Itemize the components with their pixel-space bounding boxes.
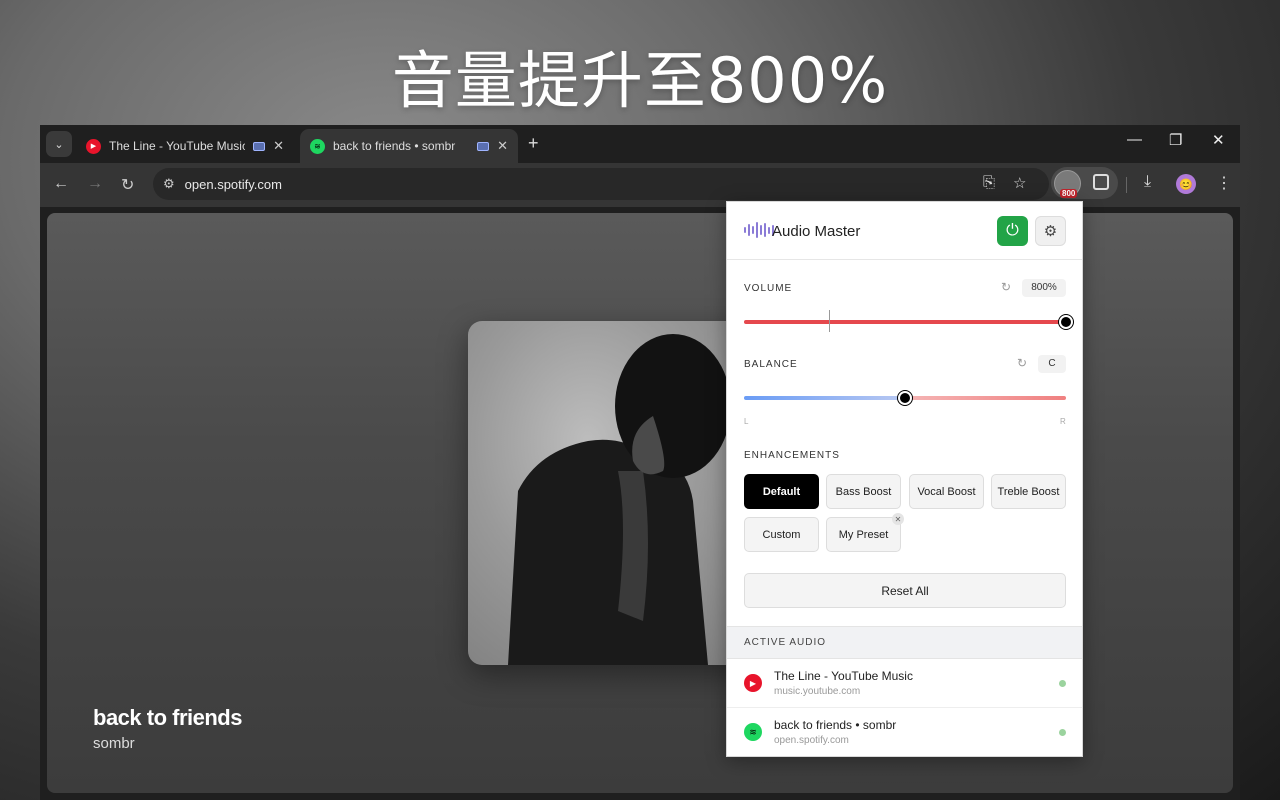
address-bar[interactable]: ⚙ open.spotify.com: [153, 168, 1049, 200]
volume-default-marker: [829, 310, 831, 332]
audio-master-extension-icon[interactable]: 800: [1054, 170, 1081, 198]
playing-status-dot: [1059, 680, 1066, 687]
album-art: [468, 321, 768, 665]
song-title[interactable]: back to friends: [93, 705, 242, 731]
tab-title: The Line - YouTube Music: [109, 139, 246, 153]
extensions-puzzle-icon[interactable]: [1093, 174, 1109, 190]
preset-vocal-boost-button[interactable]: Vocal Boost: [909, 474, 984, 509]
balance-left-label: L: [744, 417, 749, 426]
close-tab-icon[interactable]: ✕: [497, 138, 508, 154]
preset-label: My Preset: [838, 528, 889, 541]
balance-reset-icon[interactable]: ↻: [1017, 356, 1027, 370]
profile-avatar[interactable]: 😊: [1176, 174, 1196, 194]
tab-title: back to friends • sombr: [333, 139, 456, 153]
settings-button[interactable]: ⚙: [1035, 216, 1066, 246]
toolbar-divider: [1126, 177, 1127, 193]
preset-treble-boost-button[interactable]: Treble Boost: [991, 474, 1066, 509]
reload-icon[interactable]: ↻: [121, 175, 134, 195]
playing-status-dot: [1059, 729, 1066, 736]
download-icon[interactable]: ⤓: [1144, 173, 1151, 191]
popup-header: Audio Master ⏻ ⚙: [727, 202, 1082, 260]
minimize-icon[interactable]: —: [1127, 131, 1142, 148]
preset-bass-boost-button[interactable]: Bass Boost: [826, 474, 901, 509]
balance-slider-thumb[interactable]: [898, 391, 912, 405]
spotify-icon: ≋: [744, 723, 762, 741]
remove-preset-icon[interactable]: ✕: [892, 513, 904, 525]
volume-slider-thumb[interactable]: [1059, 315, 1073, 329]
preset-my-preset-button[interactable]: My Preset ✕: [826, 513, 904, 552]
restore-icon[interactable]: ❐: [1169, 131, 1182, 149]
tab-youtube-music[interactable]: ▶ The Line - YouTube Music ✕: [76, 129, 294, 163]
tab-search-button[interactable]: ⌄: [46, 131, 72, 157]
headline: 音量提升至800%: [391, 44, 889, 117]
more-menu-icon[interactable]: ⋮: [1216, 173, 1232, 193]
power-icon: ⏻: [1006, 222, 1019, 239]
gear-icon: ⚙: [1043, 223, 1058, 240]
volume-slider-track[interactable]: [744, 320, 1066, 324]
close-window-icon[interactable]: ✕: [1212, 131, 1225, 149]
audio-title: back to friends • sombr: [774, 718, 897, 732]
enhancements-label: ENHANCEMENTS: [744, 450, 840, 461]
preset-custom-button[interactable]: Custom: [744, 517, 819, 552]
balance-label: BALANCE: [744, 359, 798, 370]
power-toggle-button[interactable]: ⏻: [997, 216, 1028, 246]
picture-in-picture-icon[interactable]: [253, 141, 266, 151]
back-icon[interactable]: ←: [53, 175, 69, 193]
volume-reset-icon[interactable]: ↻: [1001, 280, 1011, 294]
address-text: open.spotify.com: [184, 176, 282, 192]
popup-title: Audio Master: [772, 223, 861, 240]
forward-icon[interactable]: →: [87, 175, 103, 193]
tab-strip: ⌄ ▶ The Line - YouTube Music ✕ ≋ back to…: [40, 125, 1240, 163]
bookmark-star-icon[interactable]: ☆: [1013, 174, 1026, 192]
youtube-music-icon: ▶: [86, 138, 101, 154]
audio-url: open.spotify.com: [774, 735, 849, 746]
volume-badge: 800: [1060, 189, 1078, 198]
spotify-icon: ≋: [310, 138, 325, 154]
audio-title: The Line - YouTube Music: [774, 669, 913, 683]
youtube-music-icon: ▶: [744, 674, 762, 692]
audio-url: music.youtube.com: [774, 686, 861, 697]
active-audio-item[interactable]: ≋ back to friends • sombr open.spotify.c…: [727, 708, 1082, 757]
close-tab-icon[interactable]: ✕: [273, 138, 284, 154]
tab-spotify[interactable]: ≋ back to friends • sombr ✕: [300, 129, 518, 163]
audio-master-popup: Audio Master ⏻ ⚙ VOLUME ↻ 800% BALANCE ↻…: [726, 201, 1083, 757]
chevron-down-icon: ⌄: [54, 138, 64, 151]
reset-all-button[interactable]: Reset All: [744, 573, 1066, 608]
site-settings-icon[interactable]: ⚙: [163, 176, 175, 192]
audio-wave-icon: [744, 222, 774, 238]
new-tab-icon[interactable]: +: [528, 133, 539, 154]
volume-value: 800%: [1022, 279, 1066, 297]
install-app-icon[interactable]: ⎘: [983, 174, 995, 191]
preset-default-button[interactable]: Default: [744, 474, 819, 509]
active-audio-item[interactable]: ▶ The Line - YouTube Music music.youtube…: [727, 659, 1082, 708]
active-audio-header: ACTIVE AUDIO: [727, 626, 1082, 659]
artist-name[interactable]: sombr: [93, 735, 135, 752]
volume-label: VOLUME: [744, 283, 793, 294]
picture-in-picture-icon[interactable]: [477, 141, 490, 151]
balance-right-label: R: [1060, 417, 1066, 426]
balance-value: C: [1038, 355, 1066, 373]
